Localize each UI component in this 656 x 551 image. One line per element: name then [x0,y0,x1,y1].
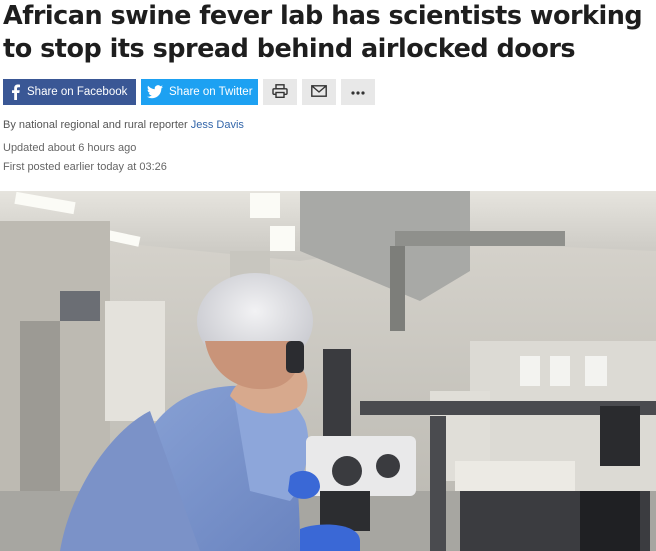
facebook-icon [9,84,21,100]
byline-prefix: By national regional and rural reporter [3,119,188,131]
author-link[interactable]: Jess Davis [191,119,244,131]
more-icon [351,86,365,98]
article-headline: African swine fever lab has scientists w… [3,1,643,64]
share-twitter-label: Share on Twitter [169,86,253,98]
twitter-icon [147,85,163,99]
lab-scientist-microscope-image [0,191,656,551]
byline: By national regional and rural reporter … [3,119,244,131]
more-button[interactable] [341,79,375,105]
share-facebook-label: Share on Facebook [27,86,128,98]
print-button[interactable] [263,79,297,105]
article-hero-photo [0,191,656,551]
share-facebook-button[interactable]: Share on Facebook [3,79,136,105]
share-twitter-button[interactable]: Share on Twitter [141,79,258,105]
email-icon [311,84,327,100]
first-posted-timestamp: First posted earlier today at 03:26 [3,161,167,173]
print-icon [272,83,288,101]
email-button[interactable] [302,79,336,105]
share-bar: Share on Facebook Share on Twitter [3,79,380,105]
updated-timestamp: Updated about 6 hours ago [3,142,137,154]
